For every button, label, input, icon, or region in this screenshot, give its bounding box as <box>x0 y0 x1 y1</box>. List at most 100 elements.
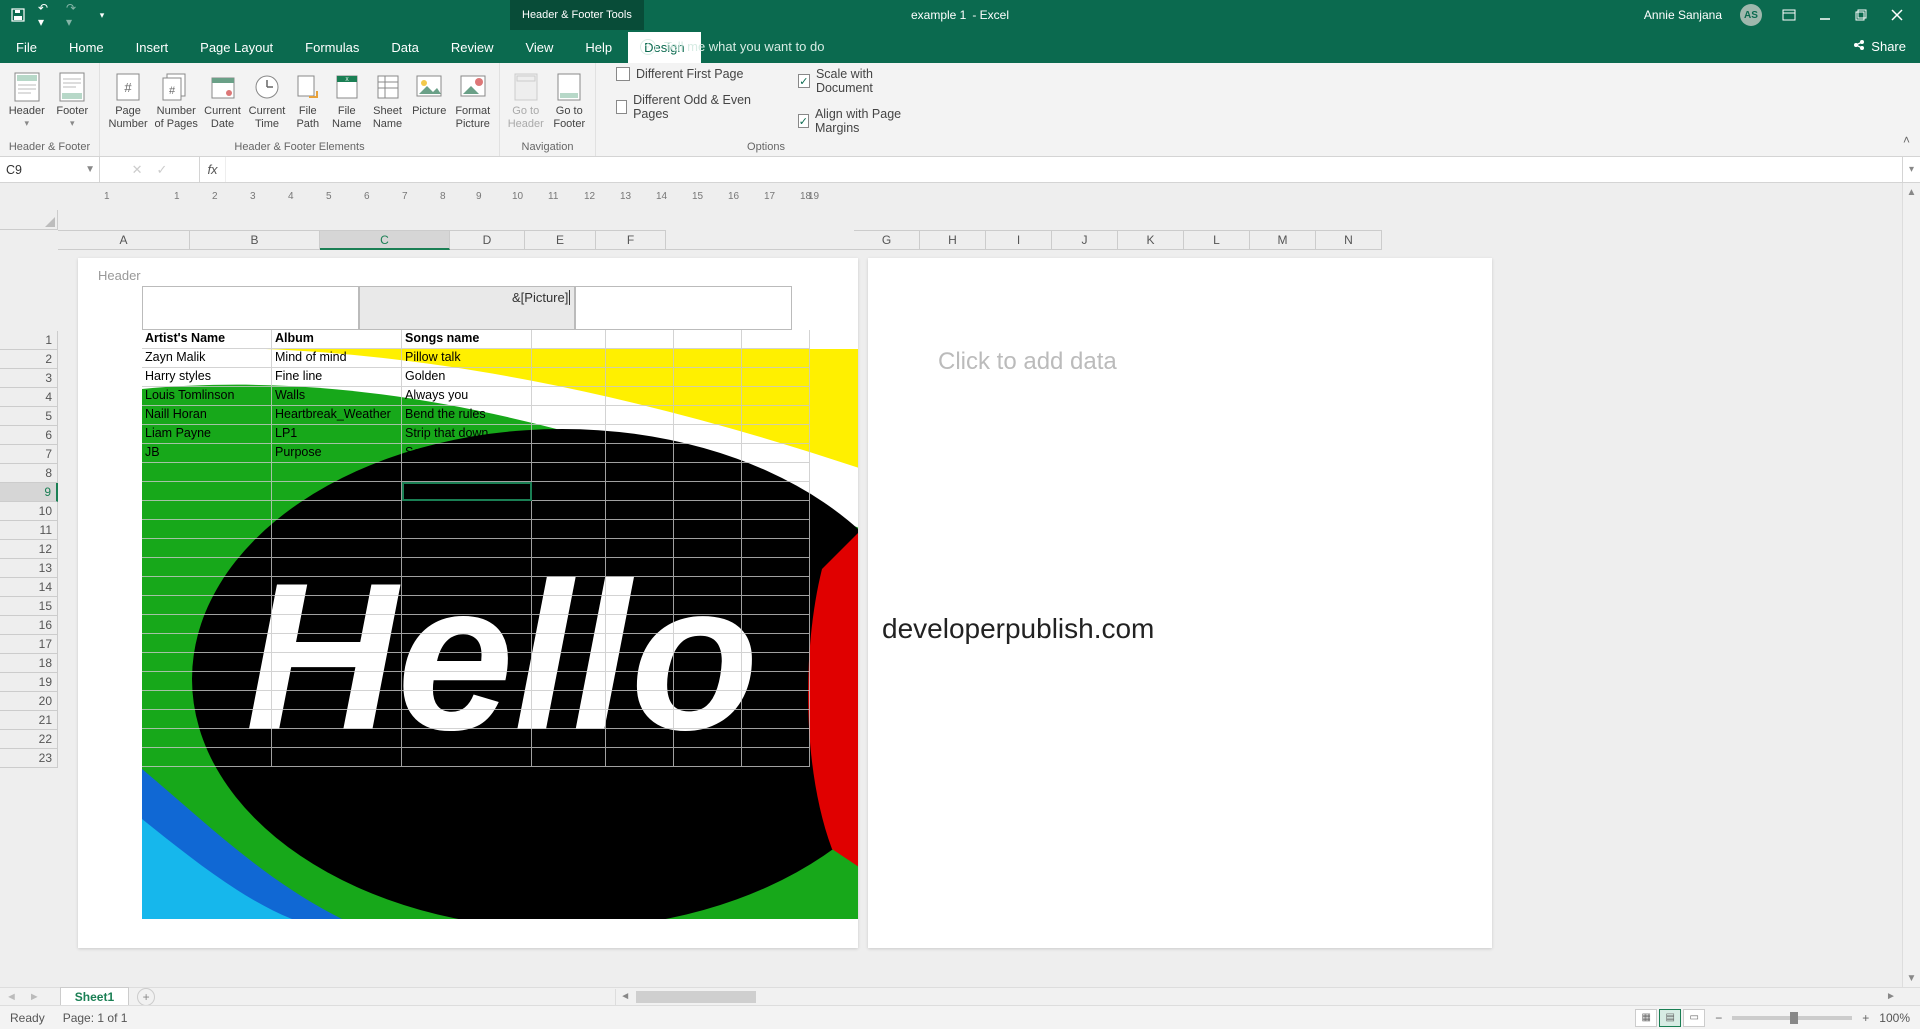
page-break-view-button[interactable]: ▭ <box>1683 1009 1705 1027</box>
table-cell[interactable] <box>606 710 674 729</box>
table-cell[interactable] <box>742 558 810 577</box>
table-cell[interactable] <box>532 425 606 444</box>
table-cell[interactable] <box>742 501 810 520</box>
zoom-out-icon[interactable]: − <box>1715 1011 1722 1025</box>
select-all-triangle[interactable] <box>0 210 58 230</box>
scroll-left-icon[interactable]: ◄ <box>616 989 634 1005</box>
table-cell[interactable] <box>532 615 606 634</box>
table-cell[interactable] <box>674 463 742 482</box>
table-header-cell[interactable] <box>742 330 810 349</box>
table-cell[interactable] <box>402 520 532 539</box>
fx-icon[interactable]: fx <box>200 157 226 182</box>
table-cell[interactable] <box>674 482 742 501</box>
table-cell[interactable] <box>606 539 674 558</box>
vertical-scrollbar[interactable]: ▲ ▼ <box>1902 183 1920 987</box>
table-cell[interactable]: Bend the rules <box>402 406 532 425</box>
row-header[interactable]: 21 <box>0 711 58 730</box>
table-cell[interactable] <box>742 349 810 368</box>
table-cell[interactable] <box>606 368 674 387</box>
row-header[interactable]: 2 <box>0 350 58 369</box>
table-cell[interactable] <box>272 710 402 729</box>
tab-home[interactable]: Home <box>53 32 120 63</box>
table-cell[interactable] <box>402 672 532 691</box>
table-cell[interactable] <box>402 577 532 596</box>
table-cell[interactable] <box>606 501 674 520</box>
table-cell[interactable] <box>532 482 606 501</box>
table-header-cell[interactable]: Songs name <box>402 330 532 349</box>
column-header[interactable]: F <box>596 230 666 250</box>
row-header[interactable]: 19 <box>0 673 58 692</box>
table-cell[interactable] <box>742 520 810 539</box>
tab-page-layout[interactable]: Page Layout <box>184 32 289 63</box>
tab-insert[interactable]: Insert <box>120 32 185 63</box>
tab-formulas[interactable]: Formulas <box>289 32 375 63</box>
file-name-button[interactable]: X File Name <box>328 67 365 130</box>
scroll-right-icon[interactable]: ► <box>1882 989 1900 1005</box>
column-header[interactable]: H <box>920 230 986 250</box>
table-cell[interactable] <box>272 463 402 482</box>
user-avatar[interactable]: AS <box>1740 4 1762 26</box>
table-cell[interactable] <box>674 539 742 558</box>
table-cell[interactable] <box>606 691 674 710</box>
table-cell[interactable] <box>742 653 810 672</box>
table-cell[interactable] <box>742 368 810 387</box>
table-cell[interactable] <box>742 539 810 558</box>
scroll-thumb[interactable] <box>636 991 756 1003</box>
page-number-button[interactable]: # Page Number <box>106 67 150 130</box>
table-header-cell[interactable] <box>532 330 606 349</box>
tab-data[interactable]: Data <box>375 32 434 63</box>
table-cell[interactable] <box>606 482 674 501</box>
table-cell[interactable] <box>674 596 742 615</box>
column-header[interactable]: K <box>1118 230 1184 250</box>
table-cell[interactable] <box>606 406 674 425</box>
table-cell[interactable] <box>142 558 272 577</box>
tab-view[interactable]: View <box>509 32 569 63</box>
table-cell[interactable] <box>742 729 810 748</box>
undo-icon[interactable]: ↶ ▾ <box>38 7 54 23</box>
row-header[interactable]: 18 <box>0 654 58 673</box>
table-cell[interactable] <box>742 463 810 482</box>
table-cell[interactable] <box>606 558 674 577</box>
table-cell[interactable] <box>606 425 674 444</box>
save-icon[interactable] <box>10 7 26 23</box>
table-cell[interactable] <box>674 577 742 596</box>
table-cell[interactable] <box>532 596 606 615</box>
table-cell[interactable] <box>272 615 402 634</box>
table-cell[interactable] <box>532 520 606 539</box>
table-cell[interactable]: Walls <box>272 387 402 406</box>
table-cell[interactable] <box>142 653 272 672</box>
picture-button[interactable]: Picture <box>410 67 449 118</box>
row-header[interactable]: 9 <box>0 483 58 502</box>
table-cell[interactable] <box>272 539 402 558</box>
table-cell[interactable] <box>402 596 532 615</box>
current-date-button[interactable]: Current Date <box>202 67 242 130</box>
table-cell[interactable]: Fine line <box>272 368 402 387</box>
table-cell[interactable] <box>674 558 742 577</box>
table-cell[interactable] <box>606 463 674 482</box>
table-cell[interactable] <box>674 444 742 463</box>
name-box[interactable]: C9 ▼ <box>0 157 100 182</box>
normal-view-button[interactable]: ▦ <box>1635 1009 1657 1027</box>
table-cell[interactable] <box>742 672 810 691</box>
horizontal-scrollbar[interactable]: ◄ ► <box>615 989 1900 1005</box>
table-cell[interactable] <box>606 672 674 691</box>
table-cell[interactable] <box>142 691 272 710</box>
table-cell[interactable] <box>742 615 810 634</box>
header-button[interactable]: Header ▾ <box>6 67 48 129</box>
table-cell[interactable] <box>606 729 674 748</box>
table-cell[interactable] <box>742 710 810 729</box>
file-path-button[interactable]: File Path <box>291 67 324 130</box>
add-sheet-button[interactable]: + <box>137 988 155 1006</box>
table-cell[interactable] <box>532 710 606 729</box>
table-cell[interactable] <box>674 425 742 444</box>
table-cell[interactable] <box>606 349 674 368</box>
table-cell[interactable] <box>674 387 742 406</box>
row-header[interactable]: 5 <box>0 407 58 426</box>
table-cell[interactable] <box>532 463 606 482</box>
table-cell[interactable]: Pillow talk <box>402 349 532 368</box>
column-header[interactable]: L <box>1184 230 1250 250</box>
row-header[interactable]: 16 <box>0 616 58 635</box>
table-cell[interactable] <box>674 729 742 748</box>
table-cell[interactable] <box>674 653 742 672</box>
different-odd-even-checkbox[interactable]: Different Odd & Even Pages <box>616 93 752 121</box>
